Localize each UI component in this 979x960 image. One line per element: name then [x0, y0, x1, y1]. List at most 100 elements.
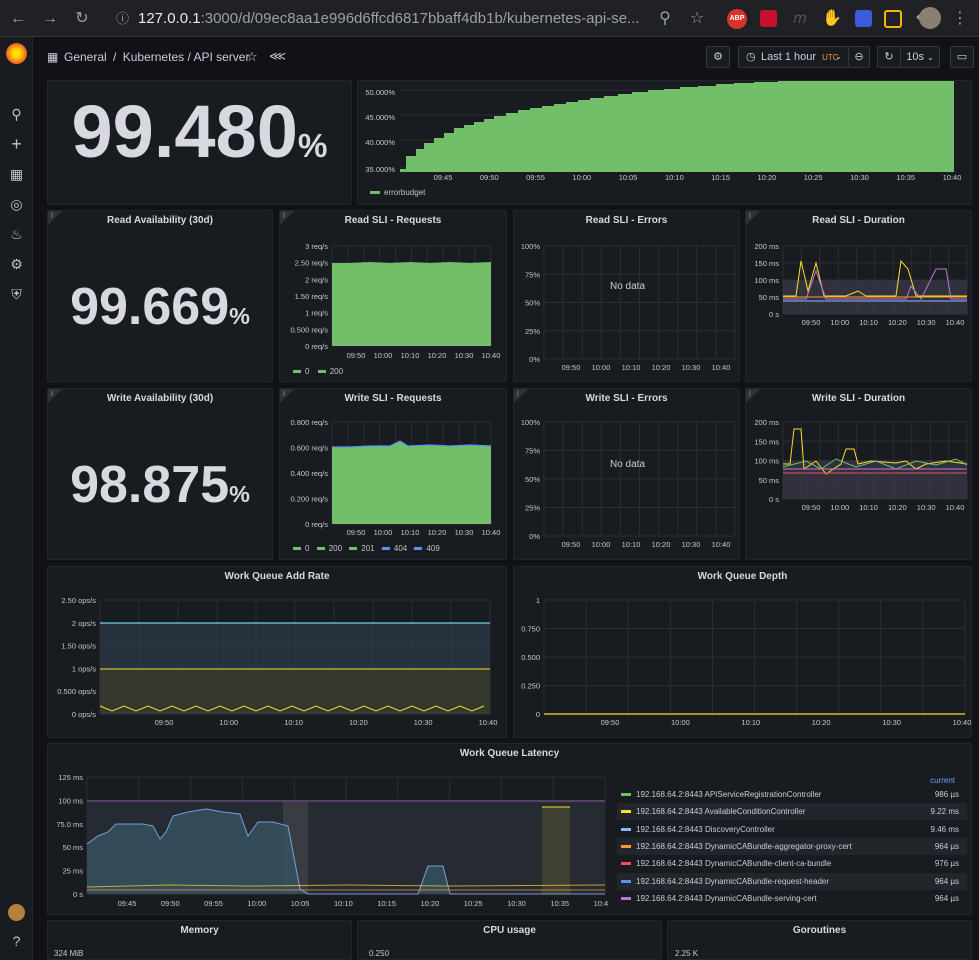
x-tick: 10:20 [652, 540, 671, 549]
latency-legend-row[interactable]: 192.168.64.2:8443 DynamicCABundle-aggreg… [617, 837, 967, 855]
latency-legend-row[interactable]: 192.168.64.2:8443 DiscoveryController 9.4… [617, 821, 967, 838]
latency-legend-row[interactable]: 192.168.64.2:8443 DynamicCABundle-client… [617, 855, 967, 872]
stacked-bands [783, 461, 967, 499]
series-name: 192.168.64.2:8443 DynamicCABundle-reques… [636, 876, 830, 886]
url-path: :3000/d/09ec8aa1e996d6ffcd6817bbaff4db1b… [200, 10, 640, 27]
y-tick: 0 ops/s [72, 710, 96, 719]
x-tick: 10:30 [850, 173, 869, 182]
x-tick: 10:30 [917, 503, 936, 512]
panel-title[interactable]: CPU usage [358, 925, 661, 936]
legend-label[interactable]: 200 [330, 367, 343, 376]
gear-icon[interactable]: ⚙ [6, 254, 27, 275]
x-tick: 10:10 [741, 718, 760, 727]
availability-stat-panel: 99.480% [47, 80, 352, 205]
share-icon[interactable]: ⋘ [269, 49, 286, 63]
help-icon[interactable]: ? [6, 931, 27, 952]
latency-legend-row[interactable]: 192.168.64.2:8443 DynamicCABundle-servin… [617, 890, 967, 907]
x-tick: 10:40 [482, 528, 501, 537]
x-tick: 10:00 [830, 318, 849, 327]
legend-header-current[interactable]: current [930, 776, 955, 785]
legend-swatch [317, 370, 326, 374]
write-duration-chart: 200 ms 150 ms 100 ms 50 ms 0 s 09:50 10:00 10:… [754, 418, 968, 512]
panel-title[interactable]: Goroutines [668, 925, 971, 936]
dashboards-grid-icon[interactable]: ▦ [6, 164, 27, 185]
x-tick: 10:10 [284, 718, 303, 727]
legend-label[interactable]: 0 [305, 367, 309, 376]
extension-blue-icon[interactable] [855, 10, 872, 27]
x-tick: 10:20 [428, 351, 447, 360]
media-extension-icon[interactable] [760, 10, 777, 27]
search-icon[interactable]: ⚲ [655, 9, 675, 29]
x-tick: 10:40 [946, 503, 965, 512]
y-tick: 1.50 req/s [295, 292, 329, 301]
y-tick: 0.500 ops/s [57, 687, 96, 696]
y-tick: 50.000% [365, 88, 395, 97]
read-availability-panel: i Read Availability (30d) 99.669% [47, 210, 273, 382]
extension-yellow-icon[interactable] [884, 10, 902, 28]
panel-title[interactable]: Write Availability (30d) [48, 393, 272, 404]
x-tick: 10:10 [665, 173, 684, 182]
y-tick: 125 ms [58, 773, 83, 782]
plus-icon[interactable]: + [6, 134, 27, 155]
dashboards-grid-icon: ▦ [47, 50, 59, 64]
shield-icon[interactable]: ⛨ [6, 284, 27, 305]
zoom-out-icon[interactable]: ⊖ [848, 46, 870, 68]
x-tick: 10:35 [896, 173, 915, 182]
y-tick: 2.25 K [675, 949, 699, 958]
user-avatar[interactable] [8, 904, 25, 921]
latency-legend-row[interactable]: 192.168.64.2:8443 AvailableConditionCont… [617, 803, 967, 821]
series-name: 192.168.64.2:8443 DynamicCABundle-aggreg… [636, 841, 852, 851]
y-tick: 0.250 [521, 682, 540, 691]
panel-title[interactable]: Read Availability (30d) [48, 215, 272, 226]
y-tick: 25 ms [63, 867, 84, 876]
x-tick: 10:00 [219, 718, 238, 727]
y-tick: 2.50 req/s [295, 259, 329, 268]
back-arrow-icon[interactable]: ← [8, 9, 28, 29]
x-tick: 10:40 [594, 899, 608, 908]
star-icon[interactable]: ☆ [687, 9, 707, 29]
tv-mode-icon[interactable]: ▭ [950, 46, 974, 68]
x-tick: 10:00 [374, 528, 393, 537]
refresh-icon[interactable]: ↻ [877, 46, 901, 68]
legend-item[interactable]: errorbudget [370, 188, 425, 197]
latency-legend-row[interactable]: 192.168.64.2:8443 APIServiceRegistration… [617, 786, 967, 803]
x-tick: 10:20 [888, 318, 907, 327]
gear-icon[interactable]: ⚙ [706, 46, 730, 68]
x-tick: 10:20 [421, 899, 440, 908]
legend-label[interactable]: 0 [305, 544, 309, 553]
breadcrumb-folder[interactable]: General [64, 50, 107, 64]
legend-label[interactable]: 200 [329, 544, 342, 553]
legend-label[interactable]: 404 [394, 544, 407, 553]
forward-arrow-icon[interactable]: → [40, 9, 60, 29]
grafana-logo-icon[interactable] [6, 43, 27, 64]
info-icon[interactable]: ⓘ [116, 5, 129, 32]
series-200-area [332, 441, 491, 524]
legend-label[interactable]: 409 [426, 544, 439, 553]
series-200-area [332, 262, 491, 346]
latency-legend-row[interactable]: 192.168.64.2:8443 DynamicCABundle-reques… [617, 872, 967, 890]
address-bar[interactable]: ⓘ 127.0.0.1:3000/d/09ec8aa1e996d6ffcd681… [106, 5, 710, 32]
star-icon[interactable]: ☆ [246, 49, 258, 65]
legend-swatch [316, 547, 325, 551]
panel-title[interactable]: Memory [48, 925, 351, 936]
refresh-interval-picker[interactable]: 10s ⌄ [900, 46, 940, 68]
breadcrumb-title[interactable]: Kubernetes / API server [123, 50, 250, 64]
y-tick: 0.600 req/s [290, 444, 328, 453]
browser-menu-icon[interactable]: ⋮ [950, 9, 970, 29]
bell-alerting-icon[interactable]: ♨ [6, 224, 27, 245]
extension-m-icon[interactable]: m [790, 9, 810, 29]
profile-avatar[interactable] [919, 7, 941, 29]
extension-hand-icon[interactable]: ✋ [822, 9, 842, 29]
reload-icon[interactable]: ↻ [72, 9, 92, 29]
compass-explore-icon[interactable]: ◎ [6, 194, 27, 215]
y-tick: 0 s [769, 310, 779, 319]
time-range-picker[interactable]: ◷ Last 1 hour UTC ⌄ [738, 46, 849, 68]
x-tick: 10:15 [377, 899, 396, 908]
breadcrumb[interactable]: General / Kubernetes / API server [64, 50, 249, 64]
search-icon[interactable]: ⚲ [6, 104, 27, 125]
y-tick: 100% [521, 418, 541, 427]
adblock-extension-icon[interactable]: ABP [727, 9, 747, 29]
legend-label[interactable]: 201 [361, 544, 374, 553]
y-tick: 100 ms [754, 276, 779, 285]
time-range-label: Last 1 hour [761, 51, 817, 63]
